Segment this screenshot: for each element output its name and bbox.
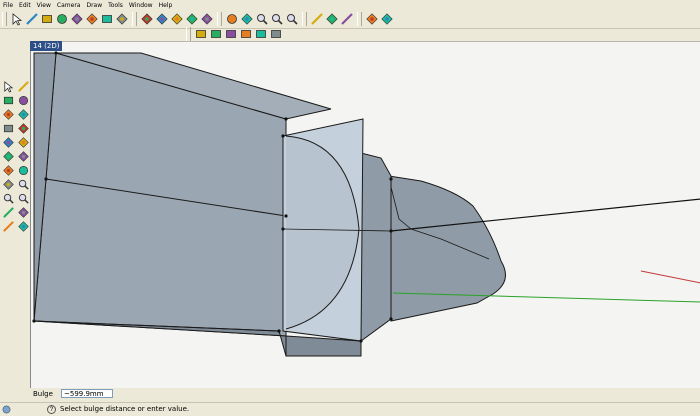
tool-row	[0, 108, 30, 121]
back-view-icon[interactable]	[254, 27, 268, 41]
tool-row	[0, 206, 30, 219]
zoom-icon[interactable]	[17, 178, 30, 191]
pan-icon[interactable]	[2, 178, 15, 191]
tool-row	[0, 150, 30, 163]
menu-view[interactable]: View	[34, 1, 54, 11]
geo-location-icon[interactable]	[2, 405, 11, 414]
zoom-icon[interactable]	[255, 12, 269, 26]
front-view-icon[interactable]	[224, 27, 238, 41]
move-icon[interactable]	[17, 136, 30, 149]
tape-measure-icon[interactable]	[310, 12, 324, 26]
offset-icon[interactable]	[200, 12, 214, 26]
tool-row	[0, 164, 30, 177]
toolbar-separator	[217, 12, 222, 26]
vcb-label: Bulge	[33, 390, 53, 398]
tape-measure-icon[interactable]	[2, 206, 15, 219]
follow-me-icon[interactable]	[185, 12, 199, 26]
protractor-icon[interactable]	[17, 206, 30, 219]
menu-file[interactable]: File	[0, 1, 16, 11]
menu-edit[interactable]: Edit	[16, 1, 34, 11]
section-plane-icon[interactable]	[380, 12, 394, 26]
paint-bucket-icon[interactable]	[115, 12, 129, 26]
tool-row	[0, 178, 30, 191]
help-icon[interactable]: ?	[47, 405, 56, 414]
eraser-icon[interactable]	[100, 12, 114, 26]
follow-me-icon[interactable]	[17, 150, 30, 163]
components-icon[interactable]	[17, 220, 30, 233]
main-toolbar	[0, 10, 700, 29]
right-view-icon[interactable]	[239, 27, 253, 41]
tool-row	[0, 136, 30, 149]
protractor-icon[interactable]	[325, 12, 339, 26]
orbit-icon[interactable]	[225, 12, 239, 26]
push-pull-icon[interactable]	[140, 12, 154, 26]
components-icon[interactable]	[365, 12, 379, 26]
select-arrow-icon[interactable]	[2, 80, 15, 93]
select-arrow-icon[interactable]	[10, 12, 24, 26]
status-message: Select bulge distance or enter value.	[60, 405, 190, 413]
value-control-box: Bulge ~599.9mm	[0, 389, 700, 401]
polygon-icon[interactable]	[85, 12, 99, 26]
menu-draw[interactable]: Draw	[83, 1, 105, 11]
toolbar-grip[interactable]	[2, 12, 7, 26]
toolbar-grip[interactable]	[186, 27, 191, 41]
pencil-icon[interactable]	[17, 80, 30, 93]
zoom-window-icon[interactable]	[270, 12, 284, 26]
tool-row	[0, 220, 30, 233]
rotate-icon[interactable]	[2, 150, 15, 163]
arc-icon[interactable]	[2, 108, 15, 121]
scene-tab[interactable]: 14 (2D)	[30, 41, 63, 51]
push-pull-icon[interactable]	[2, 136, 15, 149]
menu-tools[interactable]: Tools	[105, 1, 126, 11]
tool-row	[0, 122, 30, 135]
menu-help[interactable]: Help	[156, 1, 176, 11]
zoom-extents-icon[interactable]	[17, 192, 30, 205]
menu-camera[interactable]: Camera	[54, 1, 84, 11]
paint-bucket-icon[interactable]	[17, 122, 30, 135]
offset-icon[interactable]	[2, 164, 15, 177]
arc-icon[interactable]	[70, 12, 84, 26]
vcb-input[interactable]: ~599.9mm	[61, 389, 113, 398]
dimension-icon[interactable]	[2, 220, 15, 233]
red-axis	[640, 270, 700, 284]
circle-icon[interactable]	[17, 94, 30, 107]
rectangle-icon[interactable]	[2, 94, 15, 107]
zoom-window-icon[interactable]	[2, 192, 15, 205]
tool-row	[0, 80, 30, 93]
large-tool-set	[0, 80, 30, 234]
eraser-icon[interactable]	[2, 122, 15, 135]
tool-row	[0, 94, 30, 107]
polygon-icon[interactable]	[17, 108, 30, 121]
zoom-extents-icon[interactable]	[285, 12, 299, 26]
status-bar: ? Select bulge distance or enter value.	[0, 402, 700, 416]
rotate-icon[interactable]	[170, 12, 184, 26]
rectangle-icon[interactable]	[40, 12, 54, 26]
dimension-icon[interactable]	[340, 12, 354, 26]
circle-icon[interactable]	[55, 12, 69, 26]
toolbar-separator	[132, 12, 137, 26]
move-icon[interactable]	[155, 12, 169, 26]
menu-window[interactable]: Window	[126, 1, 156, 11]
toolbar-separator	[302, 12, 307, 26]
tool-row	[0, 192, 30, 205]
pencil-icon[interactable]	[25, 12, 39, 26]
iso-view-icon[interactable]	[194, 27, 208, 41]
toolbar-separator	[357, 12, 362, 26]
top-view-icon[interactable]	[209, 27, 223, 41]
orbit-icon[interactable]	[17, 164, 30, 177]
drawing-viewport[interactable]	[30, 41, 700, 388]
pan-icon[interactable]	[240, 12, 254, 26]
views-toolbar	[184, 27, 283, 41]
model-face-right	[388, 175, 506, 322]
model-canvas[interactable]	[31, 42, 700, 388]
model-face-middle	[360, 152, 392, 342]
left-view-icon[interactable]	[269, 27, 283, 41]
